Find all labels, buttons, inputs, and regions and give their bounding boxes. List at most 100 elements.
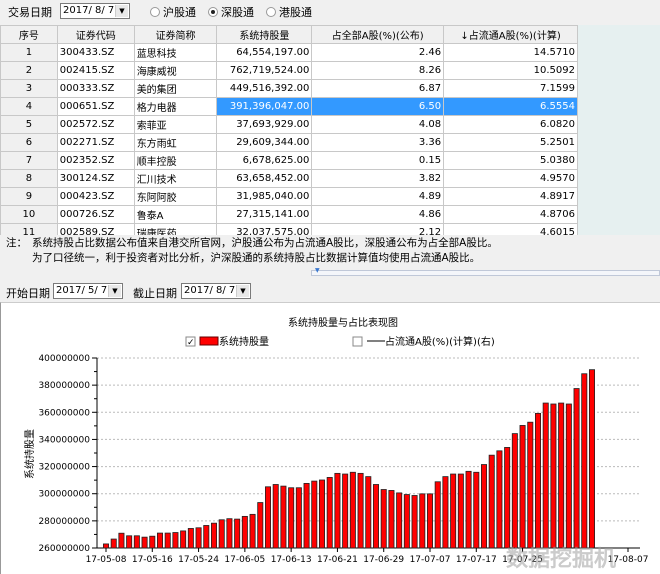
cell-pct-float: 5.2501 bbox=[443, 133, 578, 152]
cell-code: 000333.SZ bbox=[56, 79, 135, 98]
radio-hgt[interactable]: 沪股通 bbox=[150, 4, 196, 20]
cell-holding: 29,609,344.00 bbox=[216, 133, 313, 152]
chevron-down-icon[interactable]: ▼ bbox=[108, 285, 121, 297]
legend-swatch-bar bbox=[199, 336, 219, 346]
bar bbox=[249, 513, 256, 549]
bar bbox=[311, 480, 318, 549]
note-line-2: 为了口径统一，利于投资者对比分析，沪深股通的系统持股占比数据计算值均使用占流通A… bbox=[32, 252, 481, 264]
x-tick-label: 17-05-08 bbox=[86, 555, 127, 565]
note: 注： 系统持股占比数据公布值来自港交所官网，沪股通公布为占流通A股比，深股通公布… bbox=[0, 236, 660, 270]
table-empty-area bbox=[578, 25, 660, 235]
cell-holding: 27,315,141.00 bbox=[216, 205, 313, 224]
column-header[interactable]: 系统持股量 bbox=[216, 25, 313, 44]
column-header[interactable]: 占全部A股(%)(公布) bbox=[311, 25, 445, 44]
trade-date-label: 交易日期 bbox=[8, 6, 52, 19]
table-row[interactable]: 5 002572.SZ 索菲亚 37,693,929.00 4.08 6.0820 bbox=[0, 115, 578, 134]
radio-sgt[interactable]: 深股通 bbox=[208, 4, 254, 20]
bar bbox=[272, 484, 279, 549]
end-date-picker[interactable]: 2017/ 8/ 7 ▼ bbox=[181, 283, 251, 299]
x-tick-label: 17-06-21 bbox=[317, 555, 358, 565]
cell-name: 海康威视 bbox=[133, 61, 218, 80]
bar bbox=[411, 495, 418, 549]
table-row[interactable]: 7 002352.SZ 顺丰控股 6,678,625.00 0.15 5.0380 bbox=[0, 151, 578, 170]
bar bbox=[141, 536, 148, 549]
column-header[interactable]: 证券简称 bbox=[133, 25, 218, 44]
chevron-down-icon[interactable]: ▼ bbox=[115, 5, 128, 17]
holdings-table-viewport: 序号 证券代码 证券简称 系统持股量 占全部A股(%)(公布) ↓占流通A股(%)(计算)… bbox=[0, 25, 578, 235]
cell-pct-total: 2.12 bbox=[311, 223, 445, 235]
bar bbox=[149, 535, 156, 549]
chart-panel: 系统持股量与占比表现图 ✓ 系统持股量 占流通A股(%)(计算)(右) 26000000… bbox=[0, 302, 660, 574]
cell-code: 300433.SZ bbox=[56, 43, 135, 62]
x-tick-label: 17-05-16 bbox=[132, 555, 173, 565]
holdings-chart: 系统持股量与占比表现图 ✓ 系统持股量 占流通A股(%)(计算)(右) 26000000… bbox=[23, 316, 648, 565]
bar bbox=[118, 532, 125, 549]
cell-pct-float: 10.5092 bbox=[443, 61, 578, 80]
x-tick-label: 17-06-13 bbox=[271, 555, 312, 565]
end-date-label: 截止日期 bbox=[133, 287, 177, 300]
bar bbox=[349, 471, 356, 549]
x-tick-label: 17-05-24 bbox=[178, 555, 219, 565]
bar bbox=[589, 369, 596, 549]
cell-code: 002589.SZ bbox=[56, 223, 135, 235]
y-tick-label: 320000000 bbox=[38, 463, 90, 473]
bar bbox=[403, 494, 410, 549]
column-header[interactable]: ↓占流通A股(%)(计算) bbox=[443, 25, 578, 44]
bar bbox=[488, 454, 495, 549]
cell-name: 东方雨虹 bbox=[133, 133, 218, 152]
column-header[interactable]: 证券代码 bbox=[56, 25, 135, 44]
chevron-down-icon[interactable]: ▼ bbox=[236, 285, 249, 297]
bar bbox=[103, 543, 110, 549]
cell-holding: 32,037,575.00 bbox=[216, 223, 313, 235]
radio-ggt[interactable]: 港股通 bbox=[266, 4, 312, 20]
cell-pct-float: 6.0820 bbox=[443, 115, 578, 134]
radio-icon bbox=[266, 7, 276, 17]
table-row[interactable]: 1 300433.SZ 蓝思科技 64,554,197.00 2.46 14.5710 bbox=[0, 43, 578, 62]
column-header[interactable]: 序号 bbox=[0, 25, 58, 44]
x-tick-label: 17-07-17 bbox=[456, 555, 497, 565]
bar bbox=[357, 472, 364, 549]
bar bbox=[442, 476, 449, 549]
table-row[interactable]: 6 002271.SZ 东方雨虹 29,609,344.00 3.36 5.2501 bbox=[0, 133, 578, 152]
cell-code: 002271.SZ bbox=[56, 133, 135, 152]
table-row[interactable]: 4 000651.SZ 格力电器 391,396,047.00 6.50 6.5554 bbox=[0, 97, 578, 116]
radio-label: 深股通 bbox=[221, 6, 254, 19]
radio-checked-icon bbox=[208, 7, 218, 17]
splitter-handle[interactable]: ▼ bbox=[311, 267, 660, 276]
start-date-picker[interactable]: 2017/ 5/ 7 ▼ bbox=[53, 283, 123, 299]
table-row[interactable]: 11 002589.SZ 瑞康医药 32,037,575.00 2.12 4.6015 bbox=[0, 223, 578, 235]
table-row[interactable]: 10 000726.SZ 鲁泰A 27,315,141.00 4.86 4.8706 bbox=[0, 205, 578, 224]
table-row[interactable]: 8 300124.SZ 汇川技术 63,658,452.00 3.82 4.9570 bbox=[0, 169, 578, 188]
table-row[interactable]: 3 000333.SZ 美的集团 449,516,392.00 6.87 7.1599 bbox=[0, 79, 578, 98]
bar bbox=[241, 515, 248, 549]
y-tick-label: 380000000 bbox=[38, 381, 90, 391]
table-row[interactable]: 2 002415.SZ 海康威视 762,719,524.00 8.26 10.5092 bbox=[0, 61, 578, 80]
y-tick-label: 280000000 bbox=[38, 517, 90, 527]
bar bbox=[388, 490, 395, 549]
cell-code: 002572.SZ bbox=[56, 115, 135, 134]
cell-name: 蓝思科技 bbox=[133, 43, 218, 62]
cell-name: 美的集团 bbox=[133, 79, 218, 98]
cell-name: 索菲亚 bbox=[133, 115, 218, 134]
bar bbox=[480, 464, 487, 549]
cell-holding: 63,658,452.00 bbox=[216, 169, 313, 188]
bar bbox=[527, 421, 534, 549]
cell-code: 000423.SZ bbox=[56, 187, 135, 206]
bar bbox=[426, 493, 433, 549]
radio-label: 沪股通 bbox=[163, 6, 196, 19]
cell-name: 格力电器 bbox=[133, 97, 218, 116]
legend-checkbox[interactable] bbox=[352, 336, 363, 347]
cell-pct-total: 4.86 bbox=[311, 205, 445, 224]
table-row[interactable]: 9 000423.SZ 东阿阿胶 31,985,040.00 4.89 4.8917 bbox=[0, 187, 578, 206]
legend-label: 占流通A股(%)(计算)(右) bbox=[385, 335, 495, 348]
end-date-value: 2017/ 8/ 7 bbox=[184, 285, 236, 296]
bar bbox=[180, 530, 187, 549]
radio-label: 港股通 bbox=[279, 6, 312, 19]
bar bbox=[365, 476, 372, 549]
watermark: 数据挖掘机 bbox=[506, 547, 617, 572]
trade-date-picker[interactable]: 2017/ 8/ 7 ▼ bbox=[60, 3, 130, 19]
bar bbox=[565, 403, 572, 549]
table-header: 序号 证券代码 证券简称 系统持股量 占全部A股(%)(公布) ↓占流通A股(%)(计算) bbox=[0, 25, 578, 44]
bar bbox=[133, 535, 140, 549]
bar bbox=[288, 487, 295, 549]
